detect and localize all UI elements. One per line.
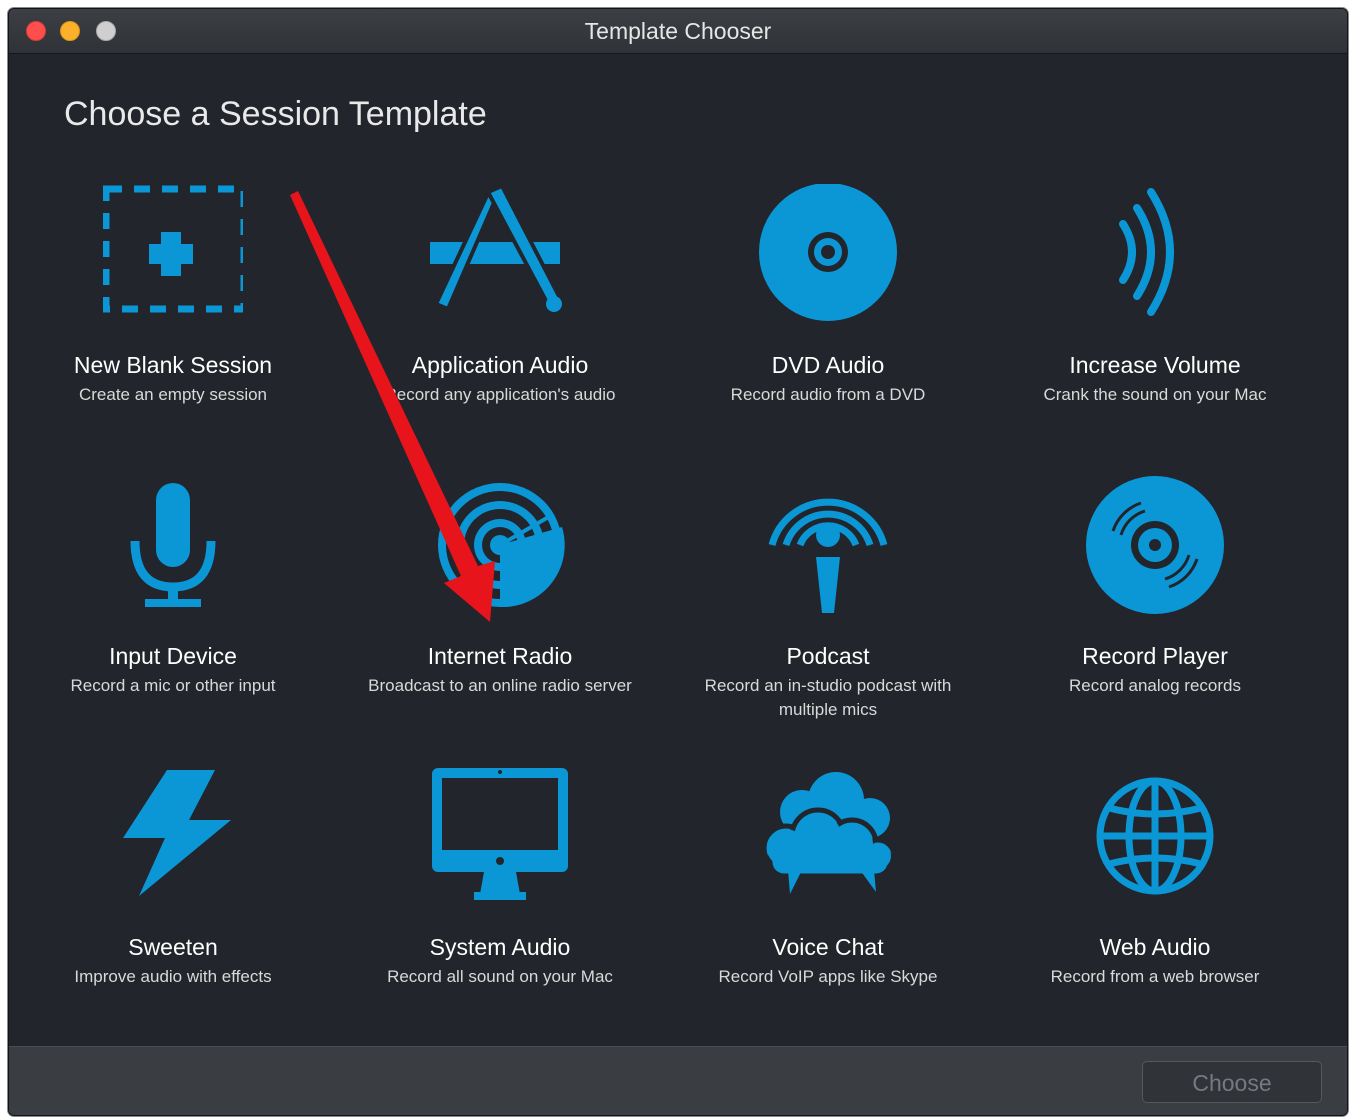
title-bar[interactable]: Template Chooser xyxy=(9,9,1347,54)
template-system-audio[interactable]: System Audio Record all sound on your Ma… xyxy=(345,766,655,1026)
template-web-audio[interactable]: Web Audio Record from a web browser xyxy=(1000,766,1310,1026)
template-podcast[interactable]: Podcast Record an in-studio podcast with… xyxy=(673,475,983,735)
template-title: Record Player xyxy=(1082,643,1228,669)
template-title: Increase Volume xyxy=(1069,352,1241,378)
dvd-icon xyxy=(758,184,898,324)
template-description: Record an in-studio podcast with multipl… xyxy=(704,676,952,719)
template-description: Improve audio with effects xyxy=(74,967,272,986)
bottom-bar: Choose xyxy=(9,1046,1347,1115)
template-description: Create an empty session xyxy=(78,385,268,404)
template-description: Record analog records xyxy=(1069,676,1241,695)
template-title: Podcast xyxy=(786,643,870,669)
template-description: Record VoIP apps like Skype xyxy=(718,967,938,986)
radar-icon xyxy=(430,475,570,615)
template-title: DVD Audio xyxy=(771,352,885,378)
template-description: Broadcast to an online radio server xyxy=(368,676,632,695)
template-voice-chat[interactable]: Voice Chat Record VoIP apps like Skype xyxy=(673,766,983,1026)
template-description: Record any application's audio xyxy=(384,385,616,404)
template-title: System Audio xyxy=(429,934,571,960)
clouds-icon xyxy=(758,766,898,906)
volume-waves-icon xyxy=(1085,184,1225,324)
template-dvd-audio[interactable]: DVD Audio Record audio from a DVD xyxy=(673,184,983,444)
template-new-blank-session[interactable]: New Blank Session Create an empty sessio… xyxy=(18,184,328,444)
globe-icon xyxy=(1085,766,1225,906)
template-title: Internet Radio xyxy=(427,643,573,669)
template-description: Record all sound on your Mac xyxy=(387,967,613,986)
vinyl-record-icon xyxy=(1085,475,1225,615)
template-increase-volume[interactable]: Increase Volume Crank the sound on your … xyxy=(1000,184,1310,444)
template-title: Input Device xyxy=(109,643,237,669)
template-internet-radio[interactable]: Internet Radio Broadcast to an online ra… xyxy=(345,475,655,735)
page-title: Choose a Session Template xyxy=(64,95,487,133)
template-sweeten[interactable]: Sweeten Improve audio with effects xyxy=(18,766,328,1026)
template-title: Sweeten xyxy=(128,934,218,960)
template-title: New Blank Session xyxy=(73,352,273,378)
template-chooser-window: Template Chooser Choose a Session Templa… xyxy=(8,8,1348,1116)
template-title: Application Audio xyxy=(411,352,589,378)
application-audio-icon xyxy=(430,184,570,324)
template-description: Crank the sound on your Mac xyxy=(1043,385,1267,404)
template-description: Record audio from a DVD xyxy=(730,385,926,404)
window-title: Template Chooser xyxy=(584,18,772,44)
new-blank-session-icon xyxy=(103,184,243,324)
template-application-audio[interactable]: Application Audio Record any application… xyxy=(345,184,655,444)
template-record-player[interactable]: Record Player Record analog records xyxy=(1000,475,1310,735)
template-description: Record from a web browser xyxy=(1050,967,1260,986)
template-description: Record a mic or other input xyxy=(70,676,276,695)
template-input-device[interactable]: Input Device Record a mic or other input xyxy=(18,475,328,735)
microphone-icon xyxy=(103,475,243,615)
podcast-icon xyxy=(758,475,898,615)
monitor-icon xyxy=(430,766,570,906)
choose-button[interactable]: Choose xyxy=(1142,1061,1322,1103)
template-title: Web Audio xyxy=(1099,934,1211,960)
lightning-bolt-icon xyxy=(103,766,243,906)
template-title: Voice Chat xyxy=(772,934,884,960)
